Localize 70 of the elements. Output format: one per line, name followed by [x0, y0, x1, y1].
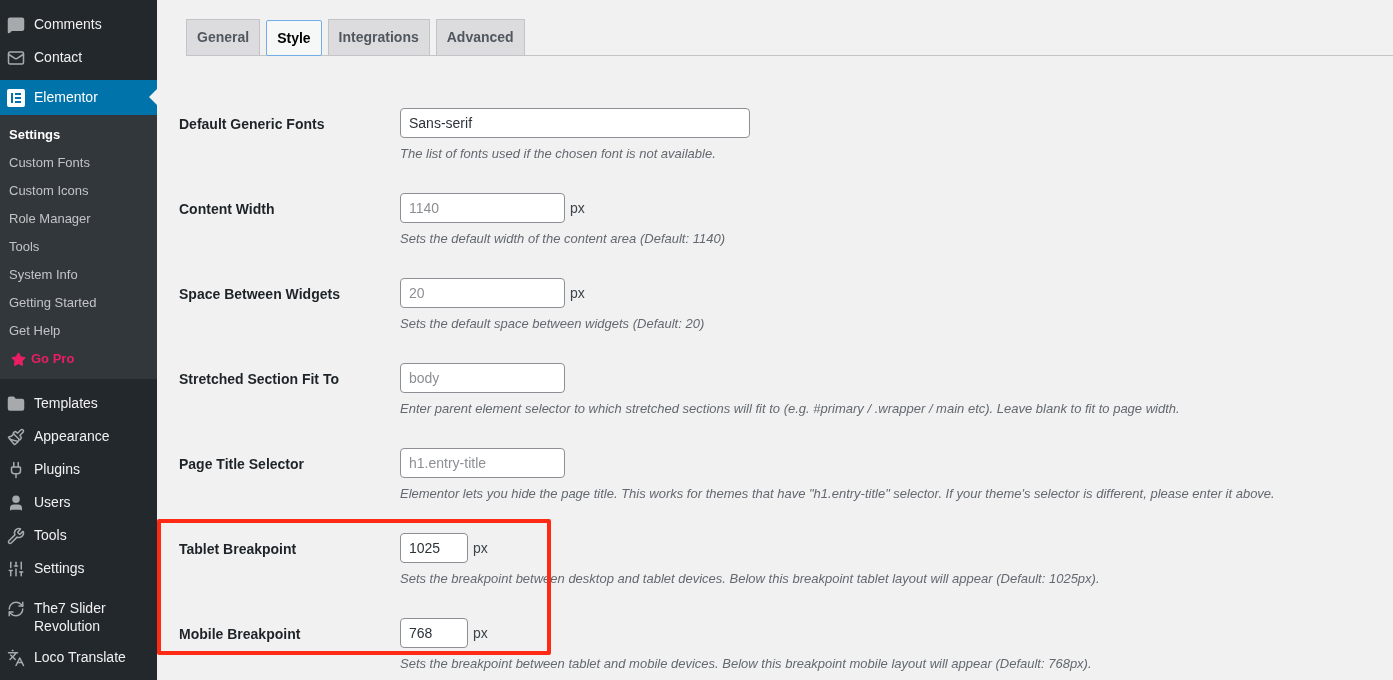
field-label: Content Width — [179, 200, 276, 219]
sidebar-label: Loco Translate — [34, 648, 126, 666]
star-icon — [11, 351, 26, 367]
field-label: Tablet Breakpoint — [179, 540, 298, 559]
field-label: Stretched Section Fit To — [179, 370, 340, 389]
sidebar-item[interactable]: Settings — [0, 552, 157, 585]
elementor-icon — [7, 89, 25, 107]
unit-label: px — [570, 283, 585, 303]
sidebar-label: Settings — [34, 559, 85, 577]
sidebar-item[interactable]: Appearance — [0, 420, 157, 453]
sidebar-item[interactable]: Comments — [0, 8, 157, 41]
refresh-icon — [7, 600, 25, 618]
sidebar-label: Appearance — [34, 427, 110, 445]
sidebar-item[interactable]: Users — [0, 486, 157, 519]
unit-label: px — [473, 538, 488, 558]
sidebar-item[interactable]: Tools — [0, 519, 157, 552]
user-icon — [7, 494, 25, 512]
wrench-icon — [7, 527, 25, 545]
sidebar-label: Contact — [34, 48, 83, 66]
sidebar-item[interactable]: Loco Translate — [0, 641, 157, 674]
submenu-item[interactable]: System Info — [0, 261, 157, 289]
sidebar-label: Comments — [34, 15, 102, 33]
sidebar-label: Elementor — [34, 88, 98, 106]
field-description: Sets the breakpoint between tablet and mobile devices. Below this breakpoint mobile layout will appear (Default: 768px). — [400, 655, 1093, 673]
input-field[interactable]: 1140 — [400, 193, 565, 223]
unit-label: px — [473, 623, 488, 643]
field-description: The list of fonts used if the chosen font is not available. — [400, 145, 717, 163]
unit-label: px — [570, 198, 585, 218]
input-field[interactable]: Sans-serif — [400, 108, 750, 138]
folder-icon — [7, 395, 25, 413]
speech-bubble-icon — [7, 16, 25, 34]
paintbrush-icon — [7, 428, 25, 446]
field-label: Mobile Breakpoint — [179, 625, 302, 644]
sidebar-label: Tools — [34, 526, 67, 544]
sidebar-item[interactable]: The7 Slider Revolution — [0, 593, 150, 641]
sidebar-label: Users — [34, 493, 71, 511]
sidebar-item[interactable]: Contact — [0, 41, 157, 74]
translate-icon — [7, 649, 25, 667]
field-description: Enter parent element selector to which stretched sections will fit to (e.g. #primary / .wrapper / main etc). Leave blank to fit to page width. — [400, 400, 1181, 418]
field-label: Page Title Selector — [179, 455, 305, 474]
submenu-item[interactable]: Custom Fonts — [0, 149, 157, 177]
submenu-item[interactable]: Role Manager — [0, 205, 157, 233]
input-field[interactable]: body — [400, 363, 565, 393]
envelope-icon — [7, 49, 25, 67]
sidebar-item[interactable]: Plugins — [0, 453, 157, 486]
submenu-item[interactable]: Get Help — [0, 317, 157, 345]
tab[interactable]: Style — [266, 20, 322, 56]
input-field[interactable]: 20 — [400, 278, 565, 308]
sidebar-item[interactable]: Elementor — [0, 80, 157, 115]
input-field[interactable]: 768 — [400, 618, 468, 648]
submenu-item[interactable]: Getting Started — [0, 289, 157, 317]
sidebar-label: Plugins — [34, 460, 80, 478]
field-description: Sets the default space between widgets (Default: 20) — [400, 315, 706, 333]
field-label: Space Between Widgets — [179, 285, 341, 304]
submenu-item[interactable]: Tools — [0, 233, 157, 261]
submenu-item[interactable]: Custom Icons — [0, 177, 157, 205]
current-pointer-icon — [149, 89, 157, 105]
tab[interactable]: General — [186, 19, 261, 55]
sidebar-label: The7 Slider Revolution — [34, 599, 107, 635]
field-description: Elementor lets you hide the page title. This works for themes that have "h1.entry-title" selector. If your theme's selector is different, please enter it above. — [400, 485, 1276, 503]
tab[interactable]: Integrations — [327, 19, 430, 55]
sidebar-label: Templates — [34, 394, 98, 412]
input-field[interactable]: 1025 — [400, 533, 468, 563]
field-description: Sets the default width of the content area (Default: 1140) — [400, 230, 726, 248]
input-field[interactable]: h1.entry-title — [400, 448, 565, 478]
sidebar-item[interactable]: Templates — [0, 387, 157, 420]
sliders-icon — [7, 560, 25, 578]
field-label: Default Generic Fonts — [179, 115, 326, 134]
submenu-item[interactable]: Settings — [0, 121, 157, 149]
tab[interactable]: Advanced — [435, 19, 525, 55]
